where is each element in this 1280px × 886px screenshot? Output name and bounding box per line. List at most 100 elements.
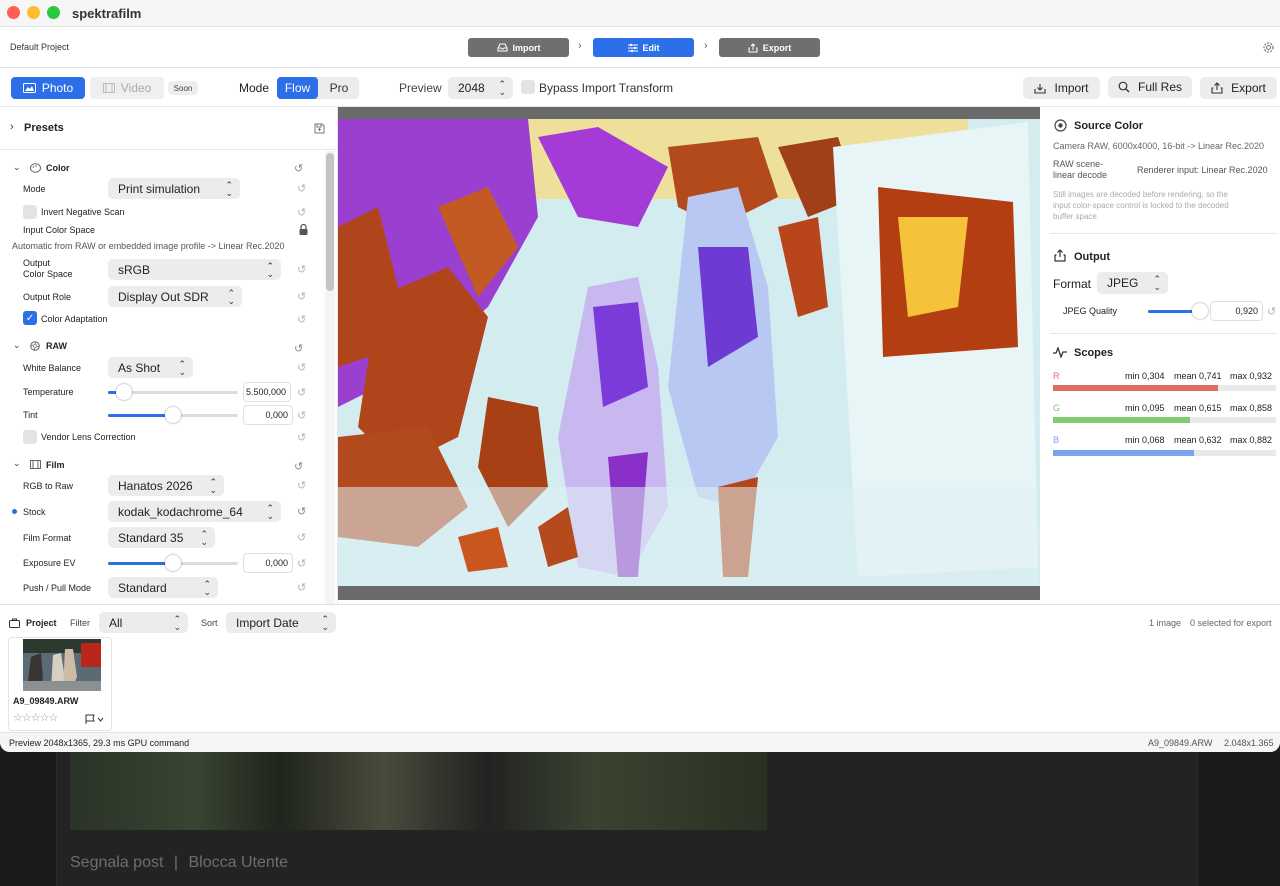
tint-slider-knob[interactable] xyxy=(165,407,181,423)
chevron-right-icon[interactable]: › xyxy=(10,121,14,133)
format-select[interactable]: JPEG ⌃ ⌄ xyxy=(1097,272,1168,294)
reset-icon[interactable]: ↺ xyxy=(297,431,306,444)
reset-icon[interactable]: ↺ xyxy=(297,581,306,594)
reset-icon[interactable]: ↺ xyxy=(297,531,306,544)
stock-select[interactable]: kodak_kodachrome_64 ⌃ ⌄ xyxy=(108,501,281,522)
gear-icon[interactable] xyxy=(1262,41,1275,54)
color-adaptation-label: Color Adaptation xyxy=(41,314,108,324)
tab-photo[interactable]: Photo xyxy=(11,77,85,99)
color-mode-select[interactable]: Print simulation ⌃ ⌄ xyxy=(108,178,240,199)
reset-icon[interactable]: ↺ xyxy=(294,460,303,473)
reset-icon[interactable]: ↺ xyxy=(1267,305,1276,318)
temperature-slider[interactable] xyxy=(108,384,238,400)
push-pull-select[interactable]: Standard ⌃ ⌄ xyxy=(108,577,218,598)
scope-r-mean: mean 0,741 xyxy=(1174,371,1222,381)
exposure-ev-label: Exposure EV xyxy=(23,558,76,568)
reset-icon[interactable]: ↺ xyxy=(297,290,306,303)
block-user-link[interactable]: Blocca Utente xyxy=(188,854,288,871)
temperature-slider-knob[interactable] xyxy=(115,384,132,400)
presets-title[interactable]: Presets xyxy=(24,122,64,134)
film-icon xyxy=(30,460,41,469)
jpeg-quality-slider-knob[interactable] xyxy=(1191,303,1208,319)
color-adaptation-checkbox[interactable]: ✓ xyxy=(23,311,37,325)
scope-b-bar xyxy=(1053,450,1276,456)
reset-icon[interactable]: ↺ xyxy=(294,342,303,355)
app-window: spektrafilm Default Project Import › Edi… xyxy=(0,0,1280,752)
thumbnail-card[interactable]: A9_09849.ARW ☆☆☆☆☆ xyxy=(8,637,112,731)
star-rating[interactable]: ☆☆☆☆☆ xyxy=(13,711,58,724)
reset-icon[interactable]: ↺ xyxy=(297,182,306,195)
export-button[interactable]: Export xyxy=(1200,77,1277,99)
white-balance-select[interactable]: As Shot ⌃ ⌄ xyxy=(108,357,193,378)
reset-icon[interactable]: ↺ xyxy=(297,263,306,276)
mode-flow-button[interactable]: Flow xyxy=(277,77,318,99)
rgb-to-raw-select[interactable]: Hanatos 2026 ⌃ ⌄ xyxy=(108,475,224,496)
minimize-window-button[interactable] xyxy=(27,6,40,19)
output-role-select[interactable]: Display Out SDR ⌃ ⌄ xyxy=(108,286,242,307)
color-mode-value: Print simulation xyxy=(118,181,201,196)
step-import[interactable]: Import xyxy=(468,38,569,57)
reset-icon[interactable]: ↺ xyxy=(297,313,306,326)
close-window-button[interactable] xyxy=(7,6,20,19)
raw-section-title[interactable]: RAW xyxy=(46,341,67,351)
chevron-down-icon[interactable]: ⌄ xyxy=(13,162,21,173)
sort-value: Import Date xyxy=(236,615,299,630)
invert-negative-checkbox[interactable] xyxy=(23,205,37,219)
zoom-window-button[interactable] xyxy=(47,6,60,19)
flag-icon[interactable] xyxy=(85,714,105,725)
reset-icon[interactable]: ↺ xyxy=(297,409,306,422)
output-color-space-select[interactable]: sRGB ⌃ ⌄ xyxy=(108,259,281,280)
report-post-link[interactable]: Segnala post xyxy=(70,854,163,871)
reset-icon[interactable]: ↺ xyxy=(297,361,306,374)
inspector-panel: Source Color Camera RAW, 6000x4000, 16-b… xyxy=(1040,107,1280,604)
import-icon xyxy=(1034,83,1047,94)
full-res-button[interactable]: Full Res xyxy=(1108,76,1192,98)
exposure-ev-slider[interactable] xyxy=(108,555,238,571)
white-balance-value: As Shot xyxy=(118,360,161,375)
scrollbar-track[interactable] xyxy=(325,151,335,604)
vendor-lens-checkbox[interactable] xyxy=(23,430,37,444)
exposure-ev-slider-knob[interactable] xyxy=(165,555,181,571)
step-export[interactable]: Export xyxy=(719,38,820,57)
import-button[interactable]: Import xyxy=(1023,77,1100,99)
chevron-down-icon[interactable]: ⌄ xyxy=(13,458,21,469)
chevron-right-icon: › xyxy=(578,40,582,52)
app-title: spektrafilm xyxy=(72,6,142,21)
invert-negative-label: Invert Negative Scan xyxy=(41,207,125,217)
output-role-label: Output Role xyxy=(23,292,72,302)
source-color-info: Camera RAW, 6000x4000, 16-bit -> Linear … xyxy=(1053,141,1265,151)
reset-icon[interactable]: ↺ xyxy=(294,162,303,175)
color-section-title[interactable]: Color xyxy=(46,163,70,173)
scope-b-min: min 0,068 xyxy=(1125,435,1165,445)
tint-input[interactable]: 0,000 xyxy=(243,405,293,425)
scopes-title: Scopes xyxy=(1074,347,1114,359)
film-section-title[interactable]: Film xyxy=(46,460,65,470)
mode-pro-button[interactable]: Pro xyxy=(319,77,359,99)
jpeg-quality-input[interactable]: 0,920 xyxy=(1210,301,1263,321)
status-bar: Preview 2048x1365, 29.3 ms GPU command A… xyxy=(0,732,1280,752)
chevron-updown-icon: ⌃ ⌄ xyxy=(178,358,186,377)
jpeg-quality-slider[interactable] xyxy=(1148,303,1208,319)
reset-icon[interactable]: ↺ xyxy=(297,386,306,399)
reset-icon[interactable]: ↺ xyxy=(297,557,306,570)
filter-select[interactable]: All ⌃ ⌄ xyxy=(99,612,188,633)
temperature-input[interactable]: 5.500,000 xyxy=(243,382,291,402)
reset-icon[interactable]: ↺ xyxy=(297,505,306,518)
save-preset-icon[interactable] xyxy=(314,123,325,134)
project-name: Default Project xyxy=(10,42,70,52)
bypass-checkbox[interactable] xyxy=(521,80,535,94)
reset-icon[interactable]: ↺ xyxy=(297,206,306,219)
scrollbar-thumb[interactable] xyxy=(326,153,334,291)
reset-icon[interactable]: ↺ xyxy=(297,479,306,492)
tint-slider[interactable] xyxy=(108,407,238,423)
preview-image xyxy=(338,119,1040,586)
chevron-updown-icon: ⌃ ⌄ xyxy=(200,528,208,547)
step-edit[interactable]: Edit xyxy=(593,38,694,57)
preview-size-select[interactable]: 2048 ⌃ ⌄ xyxy=(448,77,513,99)
film-format-select[interactable]: Standard 35 ⌃ ⌄ xyxy=(108,527,215,548)
chevron-down-icon[interactable]: ⌄ xyxy=(13,340,21,351)
sort-select[interactable]: Import Date ⌃ ⌄ xyxy=(226,612,336,633)
image-viewer[interactable] xyxy=(338,107,1040,600)
image-count: 1 image xyxy=(1149,618,1182,628)
exposure-ev-input[interactable]: 0,000 xyxy=(243,553,293,573)
